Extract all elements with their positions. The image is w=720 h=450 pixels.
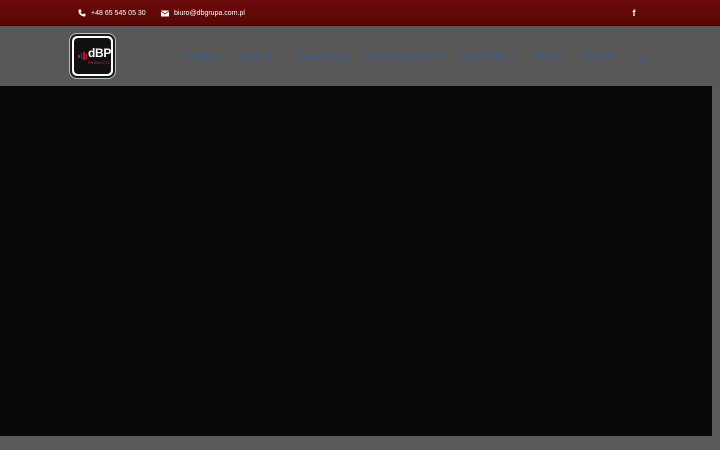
sound-bars-icon [78,52,87,60]
nav-item-park-maszynowy[interactable]: PARK MASZYNOWY [364,52,444,62]
logo-subtext: PRODUCTS [88,61,111,65]
email-address: biuro@dbgrupa.com.pl [174,9,245,17]
nav-item-kontakt[interactable]: KONTAKT [580,52,620,62]
top-contact-bar: +48 65 545 05 30 biuro@dbgrupa.com.pl f [0,0,720,26]
phone-number: +48 65 545 05 30 [91,9,146,17]
phone-icon [78,9,86,17]
page-edge-strip [712,86,720,436]
nav-item-praca[interactable]: PRACA [533,52,562,62]
facebook-icon[interactable]: f [630,7,638,19]
envelope-icon [161,9,169,17]
chevron-down-icon: ▼ [277,54,284,60]
nav-item-certyfikaty[interactable]: CERTYFIKATY [460,52,518,62]
nav-item-realizacje[interactable]: REALIZACJE [298,52,350,62]
nav-item-oferta-label: OFERTA [238,52,272,61]
phone-link[interactable]: +48 65 545 05 30 [78,0,146,26]
nav-item-oferta[interactable]: OFERTA ▼ [238,52,284,62]
logo-text: dBP [88,46,112,60]
site-logo[interactable]: dBP PRODUCTS [70,34,115,78]
email-link[interactable]: biuro@dbgrupa.com.pl [161,0,245,26]
nav-item-o-firmie[interactable]: O FIRMIE [183,52,220,62]
logo-mark: dBP PRODUCTS [74,38,111,74]
hero-banner [0,86,712,436]
page-bottom-strip [0,436,720,450]
search-icon[interactable] [638,51,647,64]
